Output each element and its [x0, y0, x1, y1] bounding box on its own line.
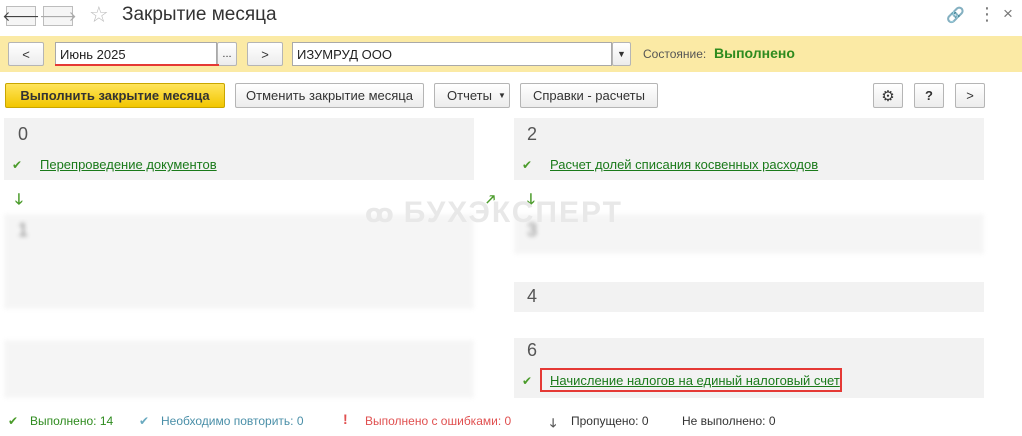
help-button[interactable]: ?: [914, 83, 944, 108]
done-label: Выполнено:: [30, 414, 97, 428]
check-icon: ✔: [522, 158, 533, 172]
check-icon: ✔: [12, 158, 23, 172]
step-block-4: [514, 282, 984, 312]
reports-label: Отчеты: [447, 88, 492, 103]
exclamation-icon: !: [343, 411, 348, 427]
star-icon[interactable]: ☆: [89, 2, 109, 28]
page-title: Закрытие месяца: [122, 4, 277, 25]
watermark-text: БУХЭКСПЕРТ: [403, 196, 623, 229]
status-label: Состояние:: [643, 47, 707, 61]
arrow-left-icon: 🡐: [2, 7, 40, 24]
status-value: Выполнено: [714, 45, 795, 61]
step-number-6: 6: [527, 340, 538, 360]
notdone-label: Не выполнено:: [682, 414, 766, 428]
period-input[interactable]: Июнь 2025: [55, 42, 217, 66]
back-button[interactable]: 🡐: [2, 6, 40, 26]
step-number-1: 1: [18, 220, 29, 240]
errors-label: Выполнено с ошибками:: [365, 414, 502, 428]
repeat-count: 0: [296, 414, 304, 428]
period-highlight: [55, 64, 219, 66]
check-icon: ✔: [522, 374, 533, 388]
settings-button[interactable]: ⚙: [873, 83, 903, 108]
organization-dropdown-button[interactable]: ▼: [612, 42, 631, 66]
errors-stat: Выполнено с ошибками: 0: [365, 414, 511, 428]
repeat-label: Необходимо повторить:: [161, 414, 294, 428]
gear-icon: ⚙: [881, 87, 895, 105]
step-item-unified-tax[interactable]: Начисление налогов на единый налоговый с…: [550, 373, 840, 388]
close-icon[interactable]: ×: [1003, 4, 1013, 24]
references-button[interactable]: Справки - расчеты: [520, 83, 658, 108]
watermark: ꝏ БУХЭКСПЕРТ: [365, 196, 623, 230]
done-count: 14: [99, 414, 114, 428]
owl-logo-icon: ꝏ: [365, 198, 396, 228]
notdone-stat: Не выполнено: 0: [682, 414, 776, 428]
period-select-button[interactable]: ...: [217, 42, 237, 66]
link-icon[interactable]: 🔗: [946, 6, 965, 24]
errors-count: 0: [504, 414, 512, 428]
forward-button[interactable]: 🡒: [39, 6, 77, 26]
step-number-4: 4: [527, 286, 538, 306]
notdone-count: 0: [768, 414, 776, 428]
step-number-2: 2: [527, 124, 538, 144]
repeat-stat: Необходимо повторить: 0: [161, 414, 304, 428]
skipped-stat: Пропущено: 0: [571, 414, 649, 428]
step-item-indirect-costs[interactable]: Расчет долей списания косвенных расходов: [550, 157, 818, 172]
arrow-right-icon: 🡒: [39, 7, 77, 24]
next-period-button[interactable]: >: [247, 42, 283, 66]
prev-period-button[interactable]: <: [8, 42, 44, 66]
check-icon: ✔: [8, 414, 19, 428]
reports-button[interactable]: Отчеты ▼: [434, 83, 510, 108]
repeat-check-icon: ✔: [139, 414, 150, 428]
arrow-down-icon: 🡓: [550, 416, 557, 430]
chevron-down-icon: ▼: [617, 49, 626, 59]
organization-input[interactable]: ИЗУМРУД ООО: [292, 42, 612, 66]
step-block-5: [4, 340, 474, 398]
arrow-down-icon: 🡓: [15, 191, 23, 208]
chevron-down-icon: ▼: [497, 91, 506, 100]
more-vertical-icon[interactable]: ⋮: [978, 4, 996, 25]
step-item-reposting[interactable]: Перепроведение документов: [40, 157, 217, 172]
cancel-close-month-button[interactable]: Отменить закрытие месяца: [235, 83, 424, 108]
skipped-count: 0: [641, 414, 649, 428]
more-button[interactable]: >: [955, 83, 985, 108]
skipped-label: Пропущено:: [571, 414, 639, 428]
done-stat: Выполнено: 14: [30, 414, 113, 428]
step-number-0: 0: [18, 124, 29, 144]
run-close-month-button[interactable]: Выполнить закрытие месяца: [5, 83, 225, 108]
